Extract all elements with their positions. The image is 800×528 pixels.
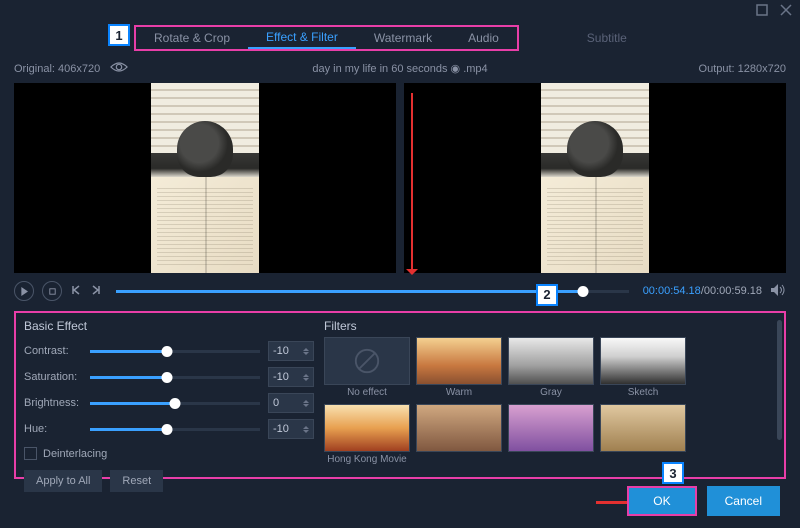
- filters-column: Filters No effect Warm Gray Sketch Hong …: [324, 319, 776, 467]
- saturation-slider[interactable]: [90, 376, 260, 379]
- basic-effect-column: Basic Effect Contrast: -10 Saturation: -…: [24, 319, 314, 467]
- apply-to-all-button[interactable]: Apply to All: [24, 470, 102, 492]
- settings-panel: Basic Effect Contrast: -10 Saturation: -…: [14, 311, 786, 479]
- spinner-down-icon[interactable]: [303, 430, 309, 436]
- info-bar: Original: 406x720 day in my life in 60 s…: [0, 54, 800, 83]
- brightness-label: Brightness:: [24, 397, 82, 409]
- filter-warm[interactable]: Warm: [416, 337, 502, 398]
- output-resolution-label: Output: 1280x720: [699, 63, 786, 75]
- tab-effect-filter[interactable]: Effect & Filter: [248, 27, 356, 49]
- filter-sketch[interactable]: Sketch: [600, 337, 686, 398]
- filter-label: Gray: [540, 387, 562, 398]
- filter-label: No effect: [347, 387, 387, 398]
- brightness-slider[interactable]: [90, 402, 260, 405]
- original-resolution-label: Original: 406x720: [14, 63, 100, 75]
- annotation-badge-3: 3: [662, 462, 684, 484]
- tab-watermark[interactable]: Watermark: [356, 27, 450, 49]
- annotation-badge-2: 2: [536, 284, 558, 306]
- deinterlacing-label: Deinterlacing: [43, 448, 107, 460]
- filter-item[interactable]: [508, 404, 594, 465]
- tab-rotate-crop[interactable]: Rotate & Crop: [136, 27, 248, 49]
- hue-label: Hue:: [24, 423, 82, 435]
- timeline-slider[interactable]: 2: [116, 290, 629, 293]
- spinner-up-icon[interactable]: [303, 371, 309, 377]
- close-icon[interactable]: [780, 4, 792, 19]
- stop-button[interactable]: [42, 281, 62, 301]
- ok-button[interactable]: OK: [627, 486, 696, 516]
- contrast-label: Contrast:: [24, 345, 82, 357]
- original-preview: [14, 83, 396, 273]
- tab-subtitle[interactable]: Subtitle: [569, 31, 645, 45]
- preview-toggle-icon[interactable]: [110, 60, 128, 77]
- volume-icon[interactable]: [770, 283, 786, 300]
- saturation-row: Saturation: -10: [24, 367, 314, 387]
- spinner-down-icon[interactable]: [303, 352, 309, 358]
- filter-label: Sketch: [628, 387, 659, 398]
- file-name-label: day in my life in 60 seconds ◉ .mp4: [312, 62, 487, 75]
- contrast-value-input[interactable]: -10: [268, 341, 314, 361]
- play-button[interactable]: [14, 281, 34, 301]
- contrast-slider[interactable]: [90, 350, 260, 353]
- output-preview: [404, 83, 786, 273]
- title-bar: [0, 0, 800, 22]
- annotation-arrow-red: [411, 93, 413, 273]
- deinterlacing-row: Deinterlacing: [24, 447, 314, 460]
- filter-item[interactable]: [600, 404, 686, 465]
- filter-item[interactable]: [416, 404, 502, 465]
- filter-gray[interactable]: Gray: [508, 337, 594, 398]
- reset-button[interactable]: Reset: [110, 470, 163, 492]
- filter-grid: No effect Warm Gray Sketch Hong Kong Mov…: [324, 337, 776, 467]
- filter-no-effect[interactable]: No effect: [324, 337, 410, 398]
- prev-frame-button[interactable]: [70, 284, 82, 299]
- brightness-value-input[interactable]: 0: [268, 393, 314, 413]
- filters-title: Filters: [324, 319, 776, 333]
- filter-label: Hong Kong Movie: [327, 454, 407, 465]
- hue-row: Hue: -10: [24, 419, 314, 439]
- footer-buttons: OK Cancel: [627, 486, 780, 516]
- filter-hong-kong-movie[interactable]: Hong Kong Movie: [324, 404, 410, 465]
- time-display: 00:00:54.18/00:00:59.18: [643, 285, 762, 297]
- tabs-bar: 1 Rotate & Crop Effect & Filter Watermar…: [0, 22, 800, 54]
- no-effect-icon: [324, 337, 410, 385]
- cancel-button[interactable]: Cancel: [707, 486, 780, 516]
- next-frame-button[interactable]: [90, 284, 102, 299]
- hue-slider[interactable]: [90, 428, 260, 431]
- hue-value-input[interactable]: -10: [268, 419, 314, 439]
- saturation-value-input[interactable]: -10: [268, 367, 314, 387]
- basic-effect-title: Basic Effect: [24, 319, 314, 333]
- contrast-row: Contrast: -10: [24, 341, 314, 361]
- saturation-label: Saturation:: [24, 371, 82, 383]
- deinterlacing-checkbox[interactable]: [24, 447, 37, 460]
- tabs-highlight-box: Rotate & Crop Effect & Filter Watermark …: [134, 25, 519, 51]
- filters-scrollbar[interactable]: [777, 320, 782, 440]
- brightness-row: Brightness: 0: [24, 393, 314, 413]
- maximize-icon[interactable]: [756, 4, 768, 19]
- preview-row: [0, 83, 800, 273]
- playback-controls: 2 00:00:54.18/00:00:59.18: [0, 273, 800, 309]
- annotation-badge-1: 1: [108, 24, 130, 46]
- spinner-up-icon[interactable]: [303, 345, 309, 351]
- spinner-up-icon[interactable]: [303, 397, 309, 403]
- filter-label: Warm: [446, 387, 472, 398]
- tab-audio[interactable]: Audio: [450, 27, 517, 49]
- spinner-up-icon[interactable]: [303, 423, 309, 429]
- spinner-down-icon[interactable]: [303, 404, 309, 410]
- spinner-down-icon[interactable]: [303, 378, 309, 384]
